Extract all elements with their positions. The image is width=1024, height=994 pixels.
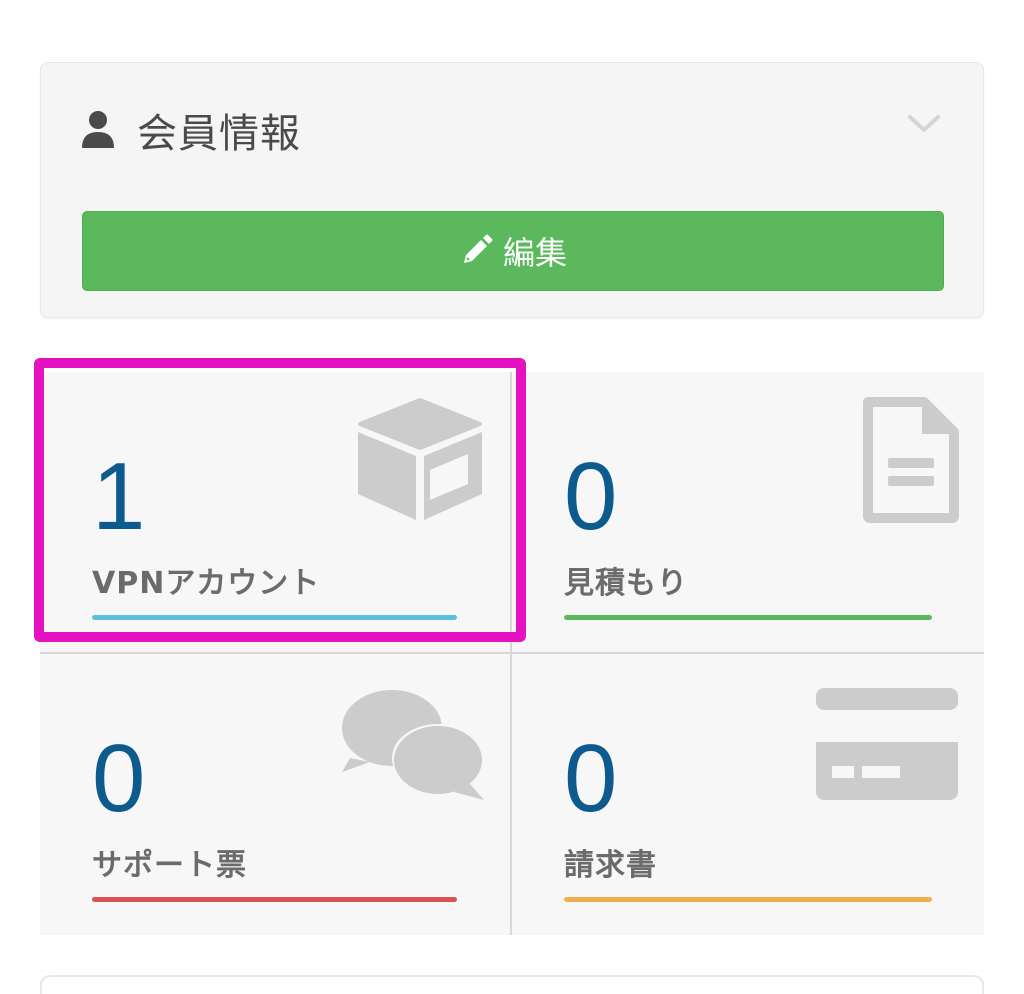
invoices-bar bbox=[564, 897, 932, 902]
chat-bubbles-icon bbox=[342, 690, 484, 800]
support-tickets-bar bbox=[92, 897, 457, 902]
stats-grid: 1 VPNアカウント 0 見積もり 0 サポート票 0 請求書 bbox=[40, 372, 984, 935]
cube-icon bbox=[358, 398, 482, 520]
quotes-count: 0 bbox=[564, 443, 618, 550]
page: 会員情報 編集 1 VPNアカウント 0 見積もり 0 サポート票 0 請求書 bbox=[0, 0, 1024, 994]
user-icon bbox=[82, 111, 114, 148]
member-info-header[interactable]: 会員情報 bbox=[81, 101, 301, 159]
vpn-accounts-label: VPNアカウント bbox=[92, 566, 321, 601]
invoices-count: 0 bbox=[564, 725, 618, 832]
edit-button[interactable]: 編集 bbox=[82, 211, 944, 291]
stat-card-vpn-accounts[interactable]: 1 VPNアカウント bbox=[40, 372, 512, 653]
member-info-title: 会員情報 bbox=[137, 111, 301, 157]
support-tickets-count: 0 bbox=[92, 725, 146, 832]
document-icon bbox=[863, 397, 959, 523]
next-panel bbox=[40, 975, 984, 994]
support-tickets-label: サポート票 bbox=[92, 848, 247, 883]
chevron-down-icon[interactable] bbox=[907, 113, 941, 135]
member-info-panel: 会員情報 編集 bbox=[40, 62, 984, 318]
invoices-label: 請求書 bbox=[564, 848, 657, 883]
stat-card-invoices[interactable]: 0 請求書 bbox=[512, 654, 984, 935]
edit-button-label: 編集 bbox=[502, 234, 567, 272]
quotes-bar bbox=[564, 615, 932, 620]
credit-card-icon bbox=[816, 688, 958, 800]
vpn-accounts-count: 1 bbox=[92, 443, 146, 550]
stat-card-quotes[interactable]: 0 見積もり bbox=[512, 372, 984, 653]
vpn-accounts-bar bbox=[92, 615, 457, 620]
pencil-icon bbox=[463, 234, 493, 263]
quotes-label: 見積もり bbox=[564, 566, 688, 601]
stat-card-support-tickets[interactable]: 0 サポート票 bbox=[40, 654, 512, 935]
